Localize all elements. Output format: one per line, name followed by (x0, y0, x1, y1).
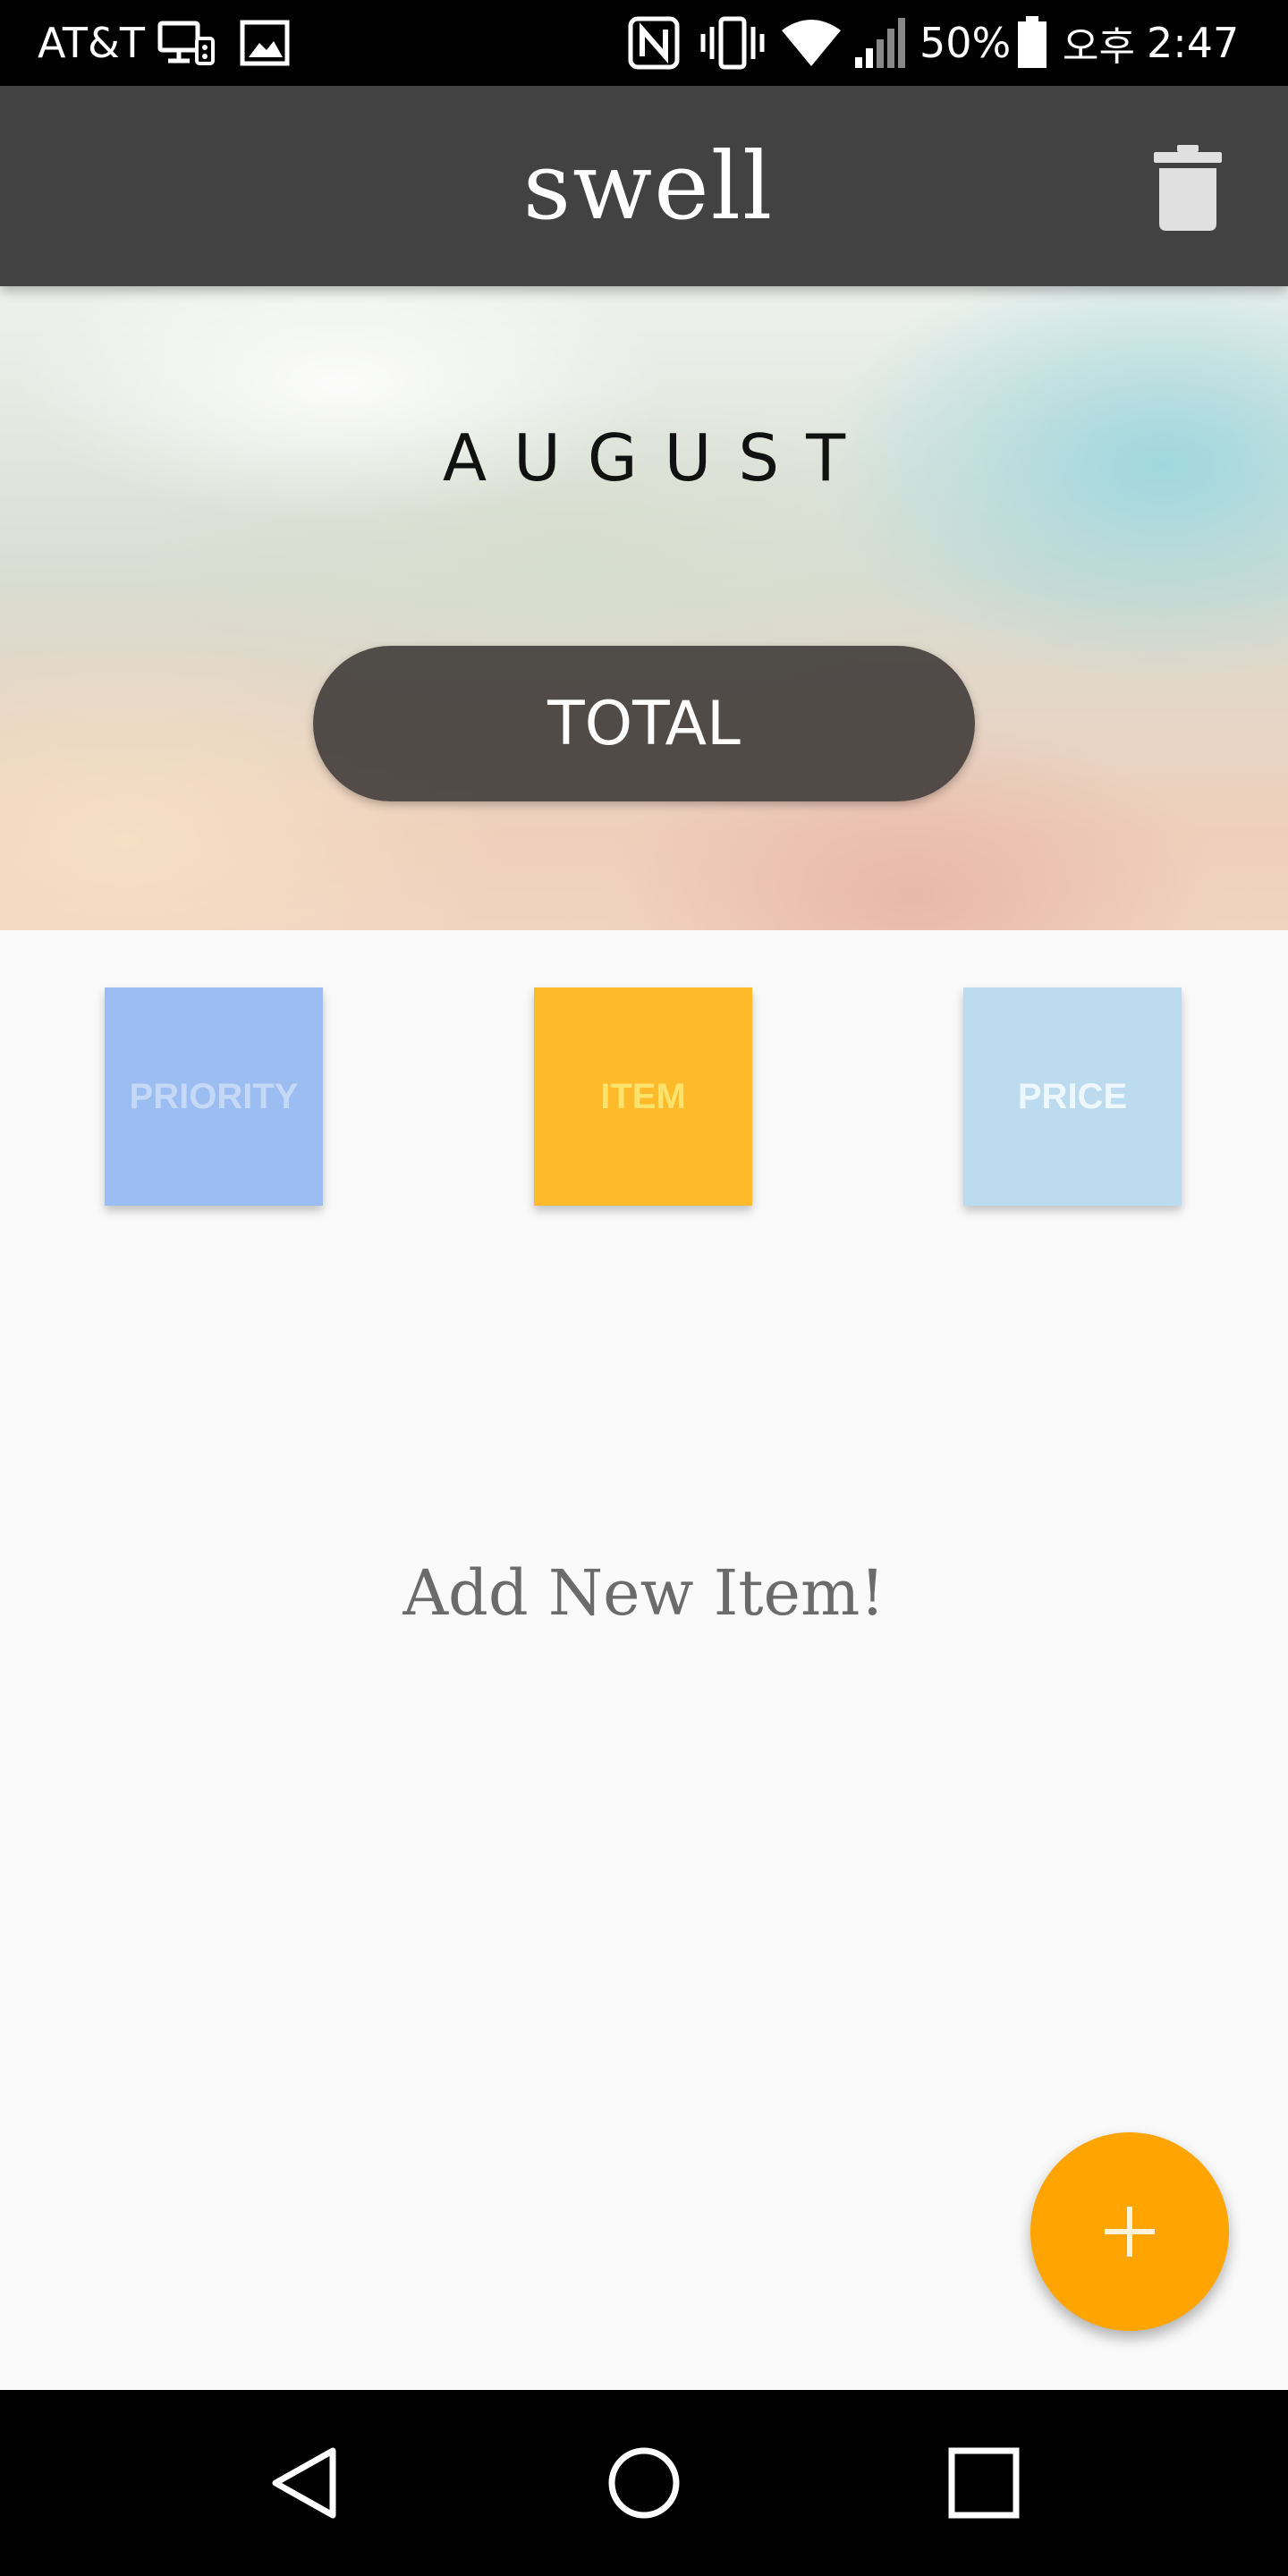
total-button[interactable]: TOTAL (313, 646, 975, 801)
wifi-icon (780, 0, 843, 86)
sort-priority-button[interactable]: PRIORITY (105, 987, 323, 1206)
battery-percent: 50% (919, 19, 1012, 67)
month-header: AUGUST TOTAL (0, 286, 1288, 930)
signal-icon (855, 0, 907, 86)
battery-icon (1016, 0, 1048, 86)
sort-item-button[interactable]: ITEM (534, 987, 752, 1206)
image-icon (240, 0, 290, 86)
month-title: AUGUST (442, 420, 873, 496)
sort-price-button[interactable]: PRICE (963, 987, 1182, 1206)
screen-mirror-icon (157, 0, 216, 86)
app-screen: AT&T 50% 오후 2:47 swell AUGUST TOTAL PRIO… (0, 0, 1288, 2576)
empty-state-message: Add New Item! (402, 1556, 886, 1630)
recents-button[interactable] (894, 2390, 1073, 2576)
ampm-label: 오후 (1063, 24, 1135, 70)
nfc-icon (628, 0, 680, 86)
home-icon (608, 2447, 680, 2519)
recents-icon (948, 2447, 1020, 2519)
back-icon (272, 2447, 336, 2519)
carrier-label: AT&T (38, 19, 145, 67)
clock: 2:47 (1147, 19, 1240, 67)
plus-icon (1105, 2207, 1155, 2257)
app-logo: swell (522, 131, 775, 241)
status-bar: AT&T 50% 오후 2:47 (0, 0, 1288, 86)
trash-icon (1154, 145, 1222, 231)
back-button[interactable] (215, 2390, 394, 2576)
app-bar: swell (0, 86, 1288, 286)
system-nav-bar (0, 2390, 1288, 2576)
add-item-button[interactable] (1030, 2132, 1229, 2331)
home-button[interactable] (555, 2390, 733, 2576)
vibrate-icon (699, 0, 766, 86)
delete-all-button[interactable] (1141, 134, 1234, 242)
